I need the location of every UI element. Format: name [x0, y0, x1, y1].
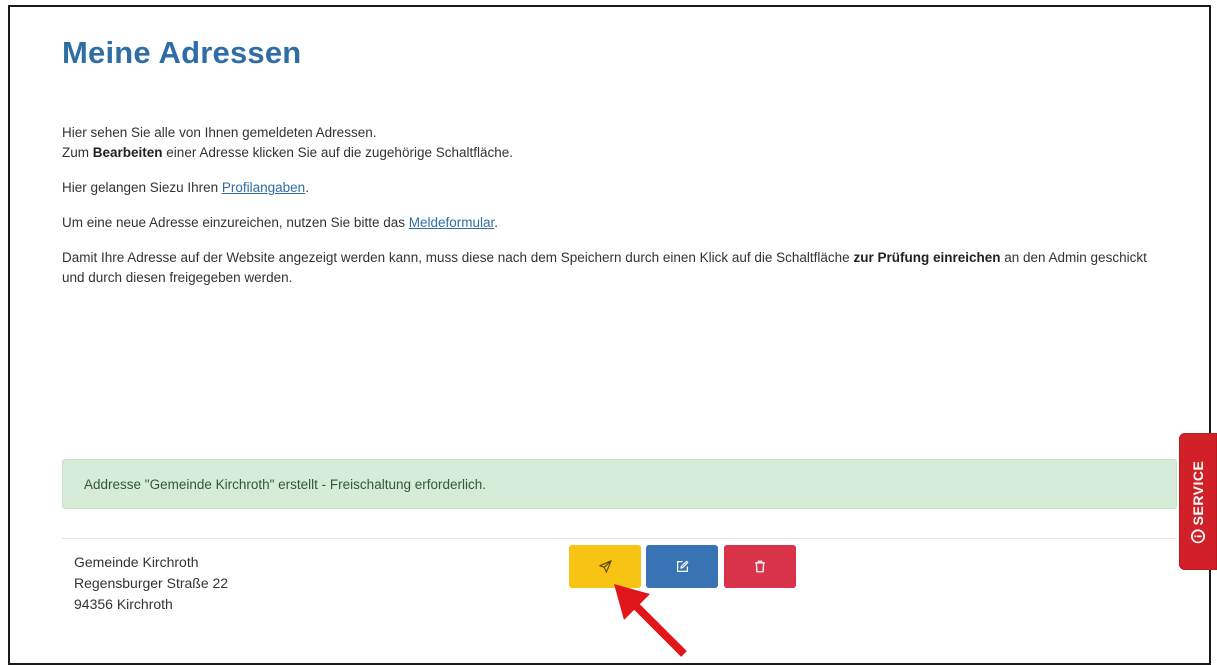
address-street: Regensburger Straße 22	[74, 575, 229, 591]
service-tab-label: SERVICE	[1190, 460, 1206, 525]
profile-link[interactable]: Profilangaben	[222, 180, 305, 195]
delete-address-button[interactable]	[724, 545, 796, 588]
review-text-bold: zur Prüfung einreichen	[853, 250, 1001, 265]
service-tab[interactable]: SERVICE	[1179, 433, 1217, 570]
review-text: Damit Ihre Adresse auf der Website angez…	[62, 250, 854, 265]
divider	[62, 538, 1177, 539]
intro-line-2-post: einer Adresse klicken Sie auf die zugehö…	[162, 145, 514, 160]
alert-message: Addresse "Gemeinde Kirchroth" erstellt -…	[84, 476, 487, 492]
form-text-end: .	[494, 215, 499, 230]
annotation-arrow-icon	[614, 584, 687, 657]
intro-line-2-bold: Bearbeiten	[92, 145, 163, 160]
trash-icon	[755, 560, 765, 573]
address-block: Gemeinde Kirchroth Regensburger Straße 2…	[74, 552, 228, 615]
profile-text: Hier gelangen Siezu Ihren	[62, 180, 222, 195]
profile-paragraph: Hier gelangen Siezu Ihren Profilangaben.	[62, 178, 1172, 198]
intro-text: Hier sehen Sie alle von Ihnen gemeldeten…	[62, 123, 1172, 303]
review-paragraph: Damit Ihre Adresse auf der Website angez…	[62, 248, 1172, 288]
report-form-link[interactable]: Meldeformular	[409, 215, 495, 230]
service-tab-content: SERVICE	[1190, 460, 1206, 543]
address-name: Gemeinde Kirchroth	[74, 554, 199, 570]
info-circle-icon	[1191, 528, 1205, 543]
address-city: 94356 Kirchroth	[74, 596, 173, 612]
form-text: Um eine neue Adresse einzureichen, nutze…	[62, 215, 409, 230]
page-title: Meine Adressen	[62, 35, 302, 70]
intro-paragraph: Hier sehen Sie alle von Ihnen gemeldeten…	[62, 123, 1172, 163]
form-paragraph: Um eine neue Adresse einzureichen, nutze…	[62, 213, 1172, 233]
profile-text-end: .	[305, 180, 309, 195]
intro-line-2-pre: Zum	[62, 145, 93, 160]
success-alert: Addresse "Gemeinde Kirchroth" erstellt -…	[62, 459, 1177, 509]
intro-line-1: Hier sehen Sie alle von Ihnen gemeldeten…	[62, 125, 377, 140]
